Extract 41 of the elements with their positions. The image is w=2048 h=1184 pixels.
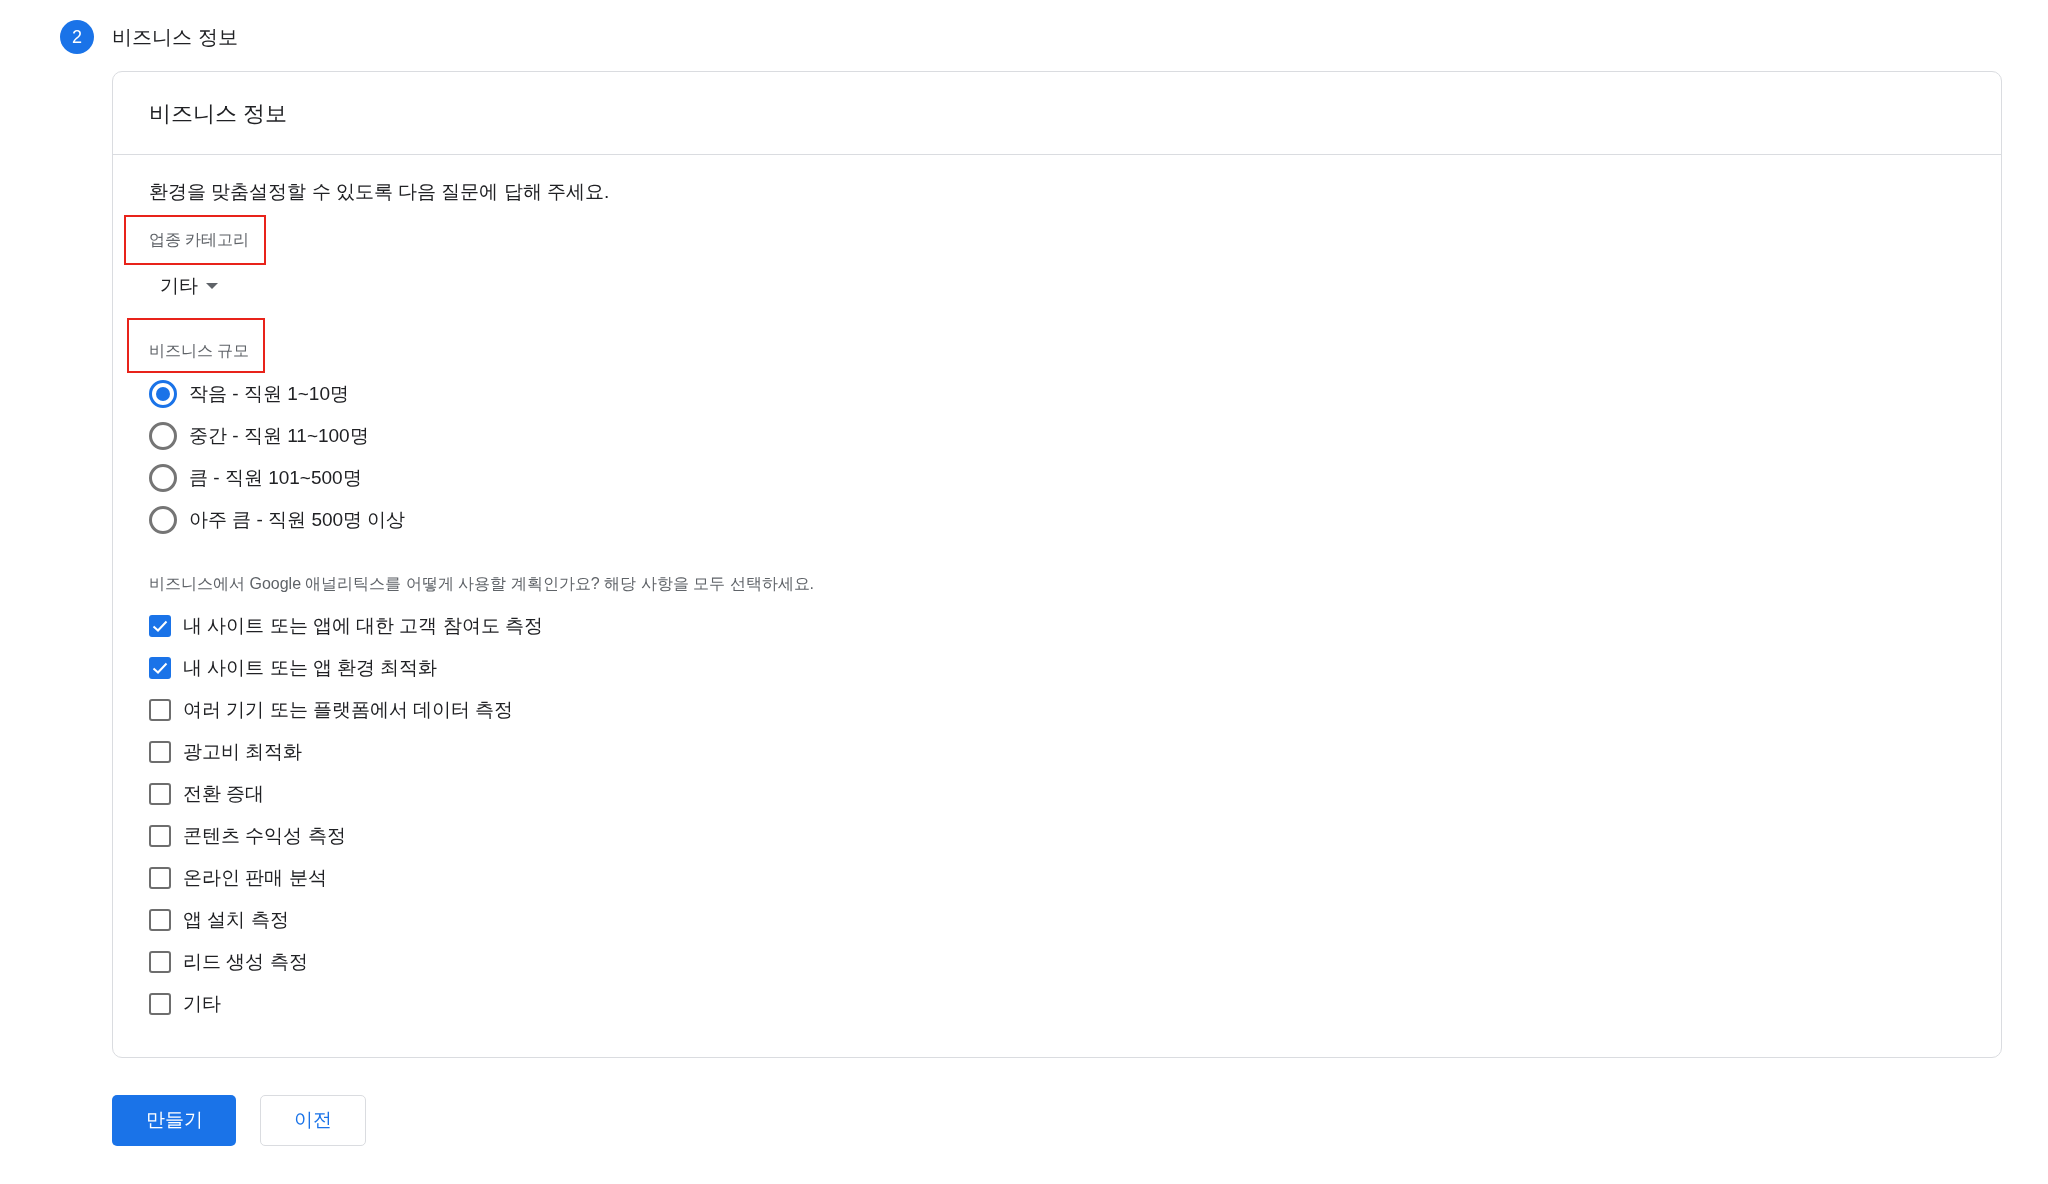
step-number: 2 [60, 20, 94, 54]
checkbox[interactable] [149, 783, 171, 805]
checkbox-label: 콘텐츠 수익성 측정 [183, 823, 346, 848]
checkbox[interactable] [149, 951, 171, 973]
check-icon [152, 620, 168, 632]
field-label: 업종 카테고리 [149, 230, 250, 250]
checkbox[interactable] [149, 699, 171, 721]
radio-label: 중간 - 직원 11~100명 [189, 423, 369, 448]
check-icon [152, 662, 168, 674]
radio-label: 큼 - 직원 101~500명 [189, 465, 362, 490]
checkbox[interactable] [149, 657, 171, 679]
radio-label: 작음 - 직원 1~10명 [189, 381, 349, 406]
checkbox[interactable] [149, 825, 171, 847]
checkbox-label: 리드 생성 측정 [183, 949, 308, 974]
checkbox-label: 광고비 최적화 [183, 739, 303, 764]
checkbox[interactable] [149, 993, 171, 1015]
industry-dropdown[interactable]: 기타 [160, 265, 218, 307]
radio-button[interactable] [149, 506, 177, 534]
checkbox-label: 내 사이트 또는 앱 환경 최적화 [183, 655, 438, 680]
back-button[interactable]: 이전 [260, 1095, 366, 1146]
checkbox[interactable] [149, 741, 171, 763]
checkbox[interactable] [149, 615, 171, 637]
card-title: 비즈니스 정보 [149, 99, 288, 128]
checkbox-label: 전환 증대 [183, 781, 265, 806]
checkbox-label: 내 사이트 또는 앱에 대한 고객 참여도 측정 [183, 613, 543, 638]
checkbox-label: 온라인 판매 분석 [183, 865, 327, 890]
question-text: 비즈니스에서 Google 애널리틱스를 어떻게 사용할 계획인가요? 해당 사항을 모두 선택하세요. [149, 574, 814, 594]
field-label: 비즈니스 규모 [149, 340, 250, 361]
checkbox[interactable] [149, 909, 171, 931]
radio-button[interactable] [149, 380, 177, 408]
radio-button[interactable] [149, 422, 177, 450]
checkbox[interactable] [149, 867, 171, 889]
radio-label: 아주 큼 - 직원 500명 이상 [189, 507, 406, 532]
create-button[interactable]: 만들기 [112, 1095, 236, 1146]
checkbox-label: 여러 기기 또는 플랫폼에서 데이터 측정 [183, 697, 514, 722]
checkbox-label: 앱 설치 측정 [183, 907, 289, 932]
radio-button[interactable] [149, 464, 177, 492]
step-title: 비즈니스 정보 [112, 25, 238, 50]
caret-icon [206, 283, 218, 289]
intro-text: 환경을 맞춤설정할 수 있도록 다음 질문에 답해 주세요. [149, 180, 610, 204]
checkbox-label: 기타 [183, 991, 221, 1016]
